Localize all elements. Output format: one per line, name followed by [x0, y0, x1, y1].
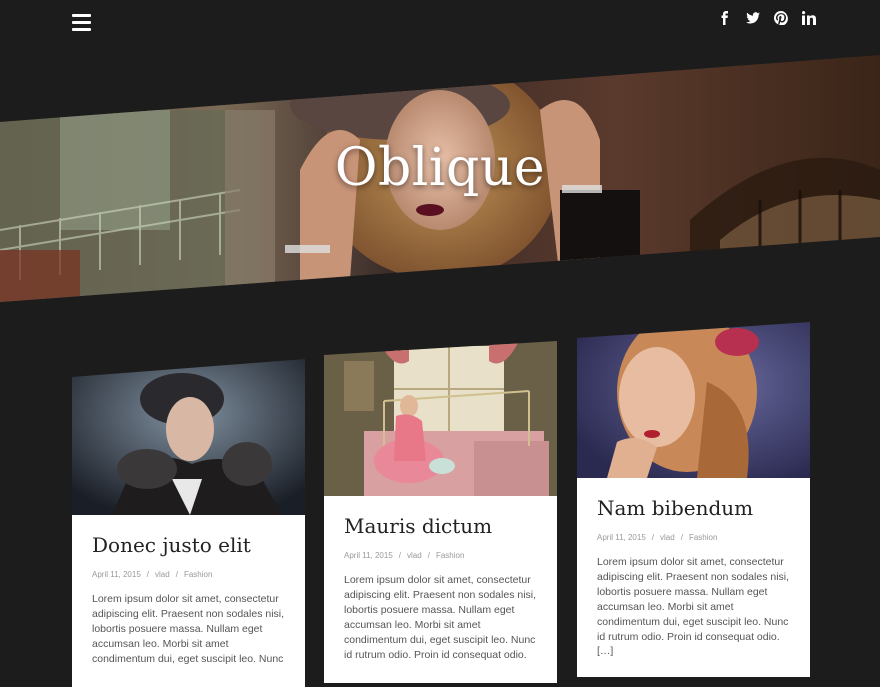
post-card[interactable]: Donec justo elit April 11, 2015/vlad / Fas… — [72, 359, 305, 687]
social-links — [718, 11, 816, 27]
post-category[interactable]: Fashion — [689, 533, 717, 542]
post-title[interactable]: Donec justo elit — [92, 515, 285, 557]
post-excerpt: Lorem ipsum dolor sit amet, consectetur … — [92, 593, 285, 665]
post-body: Nam bibendum April 11, 2015/vlad / Fashion… — [577, 478, 810, 677]
twitter-icon[interactable] — [746, 11, 760, 27]
post-excerpt: Lorem ipsum dolor sit amet, consectetur … — [344, 574, 537, 661]
read-more-link[interactable]: […] — [597, 645, 790, 657]
post-meta: April 11, 2015/vlad / Fashion — [344, 551, 465, 560]
post-thumbnail[interactable] — [72, 359, 305, 515]
site-title[interactable]: Oblique — [0, 138, 880, 198]
post-body: Donec justo elit April 11, 2015/vlad / Fas… — [72, 515, 305, 687]
post-title[interactable]: Nam bibendum — [597, 478, 790, 520]
post-thumbnail[interactable] — [577, 322, 810, 478]
post-meta: April 11, 2015/vlad / Fashion — [92, 570, 213, 579]
post-excerpt: Lorem ipsum dolor sit amet, consectetur … — [597, 556, 790, 643]
post-thumbnail[interactable] — [324, 341, 557, 496]
linkedin-icon[interactable] — [802, 11, 816, 27]
post-title[interactable]: Mauris dictum — [344, 496, 537, 538]
post-author[interactable]: vlad — [155, 570, 170, 579]
post-meta: April 11, 2015/vlad / Fashion — [597, 533, 718, 542]
pinterest-icon[interactable] — [774, 11, 788, 27]
hamburger-menu-icon[interactable] — [72, 14, 91, 31]
post-author[interactable]: vlad — [407, 551, 422, 560]
post-category[interactable]: Fashion — [184, 570, 212, 579]
post-card[interactable]: Mauris dictum April 11, 2015/vlad / Fashio… — [324, 341, 557, 683]
top-bar — [0, 0, 880, 50]
post-card[interactable]: Nam bibendum April 11, 2015/vlad / Fashion… — [577, 322, 810, 677]
hero-banner: Oblique — [0, 50, 880, 310]
post-body: Mauris dictum April 11, 2015/vlad / Fashio… — [324, 496, 557, 683]
post-date[interactable]: April 11, 2015 — [597, 533, 646, 542]
post-author[interactable]: vlad — [660, 533, 675, 542]
facebook-icon[interactable] — [718, 11, 732, 27]
post-date[interactable]: April 11, 2015 — [344, 551, 393, 560]
post-date[interactable]: April 11, 2015 — [92, 570, 141, 579]
post-category[interactable]: Fashion — [436, 551, 464, 560]
